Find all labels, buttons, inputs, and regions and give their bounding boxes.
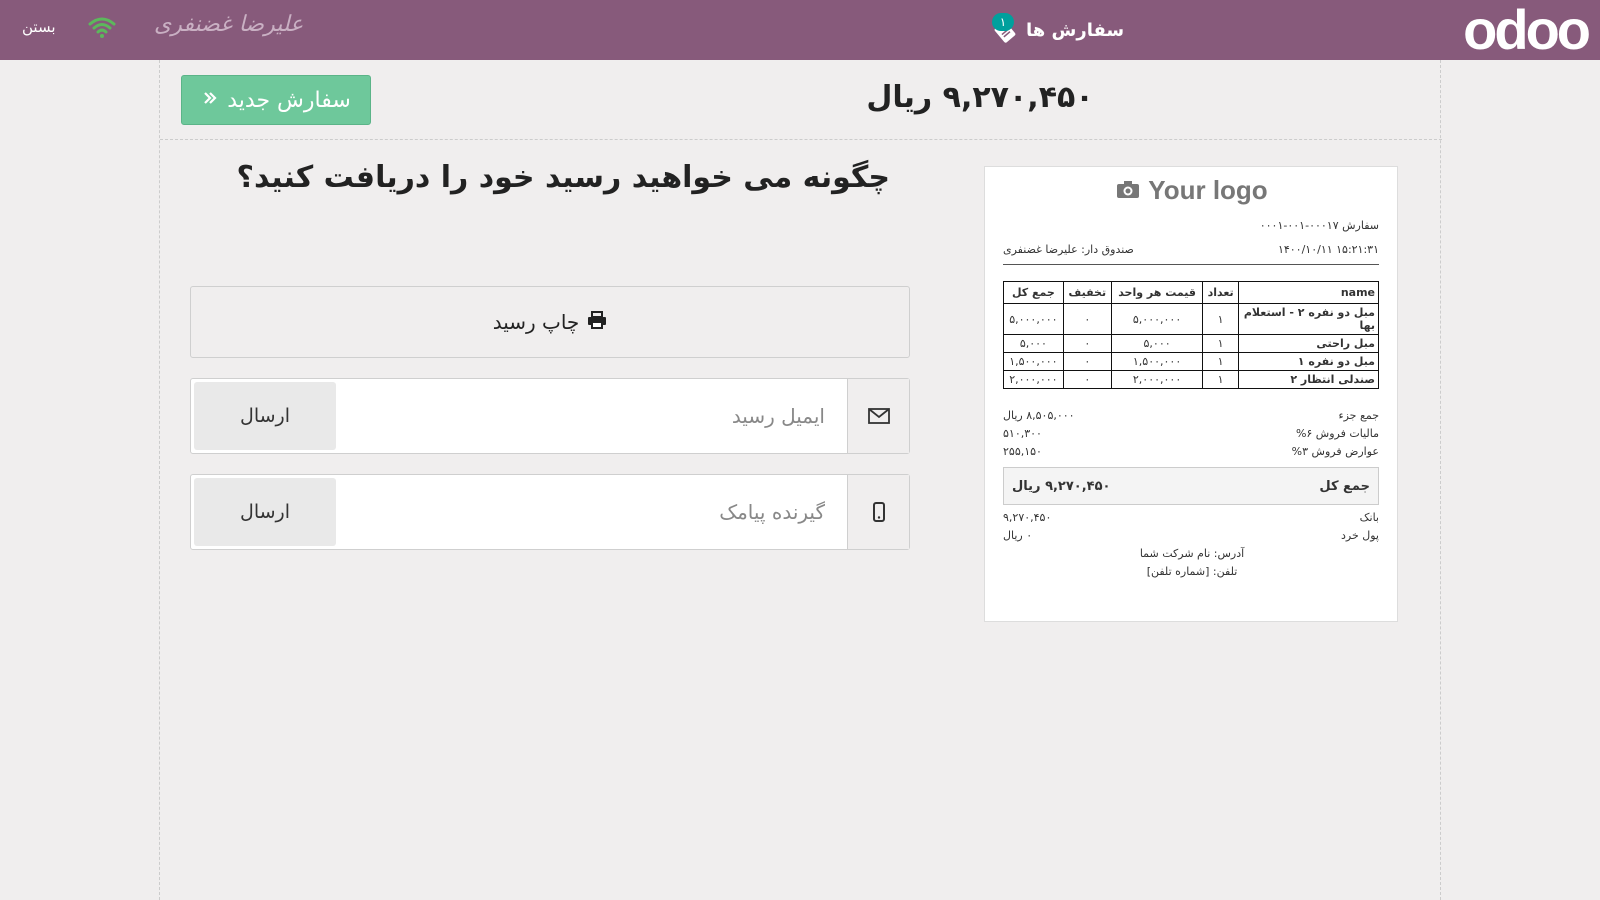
receipt-divider [1003, 264, 1379, 265]
receipt-phone: تلفن: [شماره تلفن] [1146, 565, 1238, 578]
tax2-label: عوارض فروش ۳% [1291, 445, 1379, 458]
receipt-address: آدرس: نام شرکت شما [1139, 547, 1245, 560]
orders-button[interactable]: سفارش ها ۱ [990, 12, 1124, 48]
line-name: مبل راحتی [1238, 334, 1379, 353]
line-name: مبل دو نفره ۲ - استعلام بها [1238, 303, 1379, 335]
tax1-line: مالیات فروش ۶% ۵۱۰,۳۰۰ [1003, 427, 1379, 440]
receipt-preview: Your logo سفارش ۰۰۰۱۷-۰۰۱-۰۰۰۱ ۱۴۰۰/۱۰/۱… [984, 166, 1398, 622]
receipt-question: چگونه می خواهید رسید خود را دریافت کنید؟ [236, 160, 890, 195]
tax1-label: مالیات فروش ۶% [1295, 427, 1379, 440]
change-value: ۰ ریال [1003, 529, 1033, 542]
line-total: ۱,۵۰۰,۰۰۰ [1003, 352, 1064, 371]
subtotal-value: ۸,۵۰۵,۰۰۰ ریال [1003, 409, 1075, 422]
print-receipt-button[interactable]: چاپ رسید [190, 286, 910, 358]
odoo-logo: odoo [1463, 0, 1591, 61]
line-name: مبل دو نفره ۱ [1238, 352, 1379, 371]
col-total: جمع کل [1003, 281, 1064, 304]
wifi-icon [88, 16, 116, 42]
line-qty: ۱ [1202, 334, 1239, 353]
col-name: name [1238, 281, 1379, 304]
subtotal-label: جمع جزء [1338, 409, 1379, 422]
receipt-date: ۱۴۰۰/۱۰/۱۱ ۱۵:۲۱:۳۱ [1277, 243, 1379, 256]
line-discount: ۰ [1062, 334, 1112, 353]
table-row: مبل دو نفره ۱ ۱ ۱,۵۰۰,۰۰۰ ۰ ۱,۵۰۰,۰۰۰ [1003, 352, 1379, 371]
tag-icon: ۱ [990, 13, 1020, 45]
change-line: پول خرد ۰ ریال [1003, 529, 1379, 542]
line-qty: ۱ [1202, 370, 1239, 389]
receipt-lines-table: name تعداد قیمت هر واحد تخفیف جمع کل مبل… [1003, 281, 1379, 389]
line-discount: ۰ [1062, 352, 1112, 371]
bank-line: بانک ۹,۲۷۰,۴۵۰ [1003, 511, 1379, 524]
top-bar: odoo سفارش ها ۱ علیرضا غضنفری بستن [0, 0, 1600, 60]
line-total: ۵,۰۰۰ [1003, 334, 1064, 353]
cashier-name[interactable]: علیرضا غضنفری [154, 12, 303, 37]
order-total: ۹,۲۷۰,۴۵۰ ریال [866, 80, 1094, 115]
new-order-label: سفارش جدید [227, 87, 351, 113]
email-send-button[interactable]: ارسال [194, 382, 336, 450]
bank-value: ۹,۲۷۰,۴۵۰ [1003, 511, 1052, 524]
camera-icon [1116, 175, 1140, 206]
tax2-value: ۲۵۵,۱۵۰ [1003, 445, 1042, 458]
close-session-button[interactable]: بستن [22, 18, 56, 36]
line-unit: ۱,۵۰۰,۰۰۰ [1110, 352, 1204, 371]
email-row: ارسال [190, 378, 910, 454]
line-total: ۵,۰۰۰,۰۰۰ [1003, 303, 1064, 335]
content-frame: سفارش جدید ۹,۲۷۰,۴۵۰ ریال چگونه می خواهی… [159, 60, 1442, 900]
tax1-value: ۵۱۰,۳۰۰ [1003, 427, 1042, 440]
receipt-header-row: name تعداد قیمت هر واحد تخفیف جمع کل [1003, 281, 1379, 304]
line-unit: ۵,۰۰۰,۰۰۰ [1110, 303, 1204, 335]
line-qty: ۱ [1202, 303, 1239, 335]
double-chevron-icon [201, 88, 219, 113]
bank-label: بانک [1359, 511, 1379, 524]
col-discount: تخفیف [1062, 281, 1112, 304]
change-label: پول خرد [1340, 529, 1379, 542]
orders-label: سفارش ها [1026, 19, 1125, 41]
line-unit: ۲,۰۰۰,۰۰۰ [1110, 370, 1204, 389]
receipt-logo: Your logo [985, 175, 1399, 206]
new-order-button[interactable]: سفارش جدید [181, 75, 371, 125]
printer-icon [587, 310, 607, 334]
orders-count-badge: ۱ [992, 13, 1014, 31]
envelope-icon [847, 379, 909, 453]
grand-total-value: ۹,۲۷۰,۴۵۰ ریال [1012, 478, 1111, 494]
header-row: سفارش جدید ۹,۲۷۰,۴۵۰ ریال [160, 60, 1442, 140]
tax2-line: عوارض فروش ۳% ۲۵۵,۱۵۰ [1003, 445, 1379, 458]
table-row: صندلی انتظار ۲ ۱ ۲,۰۰۰,۰۰۰ ۰ ۲,۰۰۰,۰۰۰ [1003, 370, 1379, 389]
table-row: مبل راحتی ۱ ۵,۰۰۰ ۰ ۵,۰۰۰ [1003, 334, 1379, 353]
line-discount: ۰ [1062, 370, 1112, 389]
sms-row: ارسال [190, 474, 910, 550]
print-receipt-label: چاپ رسید [492, 310, 580, 334]
col-qty: تعداد [1202, 281, 1239, 304]
grand-total-box: جمع کل ۹,۲۷۰,۴۵۰ ریال [1003, 467, 1379, 505]
subtotal-line: جمع جزء ۸,۵۰۵,۰۰۰ ریال [1003, 409, 1379, 422]
sms-input[interactable] [337, 475, 845, 549]
line-discount: ۰ [1062, 303, 1112, 335]
line-name: صندلی انتظار ۲ [1238, 370, 1379, 389]
line-qty: ۱ [1202, 352, 1239, 371]
sms-send-button[interactable]: ارسال [194, 478, 336, 546]
receipt-logo-text: Your logo [1148, 175, 1268, 205]
table-row: مبل دو نفره ۲ - استعلام بها ۱ ۵,۰۰۰,۰۰۰ … [1003, 303, 1379, 335]
mobile-icon [847, 475, 909, 549]
line-unit: ۵,۰۰۰ [1110, 334, 1204, 353]
receipt-cashier: صندوق دار: علیرضا غضنفری [1003, 243, 1134, 256]
col-unit-price: قیمت هر واحد [1110, 281, 1204, 304]
email-input[interactable] [337, 379, 845, 453]
grand-total-label: جمع کل [1319, 478, 1370, 494]
line-total: ۲,۰۰۰,۰۰۰ [1003, 370, 1064, 389]
receipt-order-ref: سفارش ۰۰۰۱۷-۰۰۱-۰۰۰۱ [1259, 219, 1379, 232]
